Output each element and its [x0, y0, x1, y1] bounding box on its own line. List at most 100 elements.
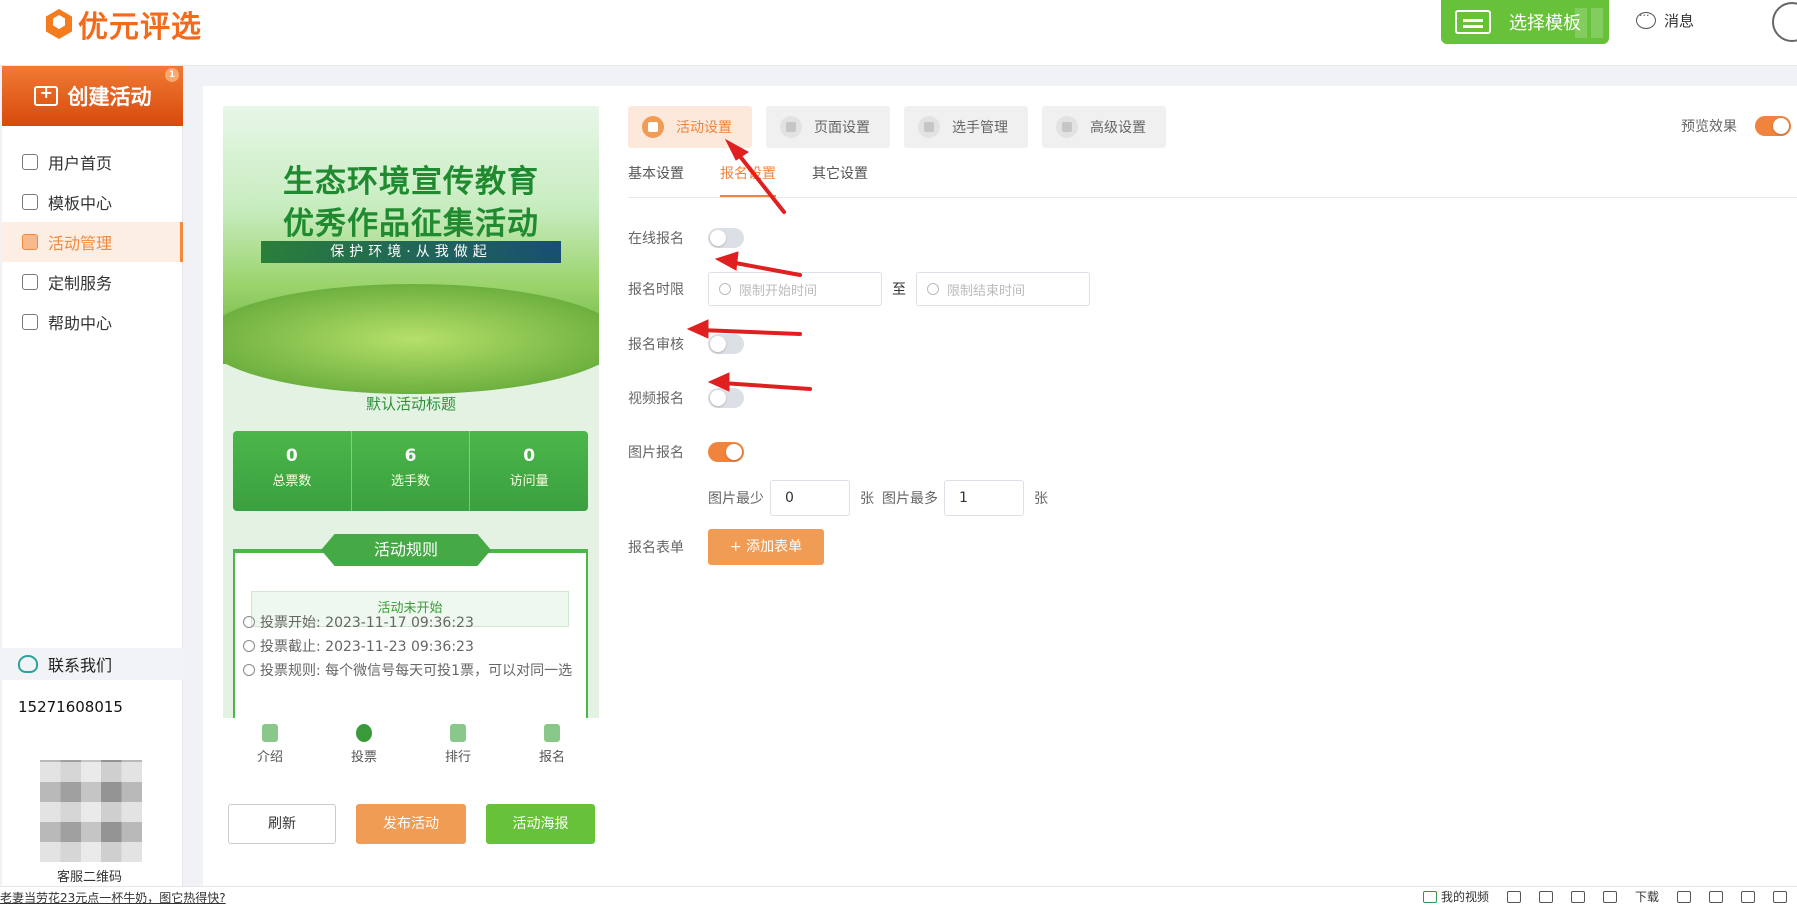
stat-label: 选手数 — [391, 474, 431, 489]
subtab-signup[interactable]: 报名设置 — [720, 152, 776, 197]
rocket-icon[interactable] — [1602, 890, 1617, 903]
activity-settings-icon — [642, 116, 664, 138]
sidebar-item-home[interactable]: 用户首页 — [2, 142, 183, 182]
tab-label: 活动设置 — [676, 120, 732, 136]
activity-poster-button[interactable]: 活动海报 — [486, 804, 595, 844]
sidebar-item-label: 定制服务 — [48, 274, 113, 293]
tab-signup[interactable]: 报名 — [505, 718, 599, 773]
end-time-input[interactable]: 限制结束时间 — [916, 272, 1090, 306]
tab-contestant-management[interactable]: 选手管理 — [904, 106, 1028, 148]
tab-ranking[interactable]: 排行 — [411, 718, 505, 773]
sidebar-item-label: 帮助中心 — [48, 314, 113, 333]
tab-label: 高级设置 — [1090, 120, 1146, 136]
video-signup-switch[interactable] — [708, 388, 744, 408]
img-min-input[interactable]: 0 — [770, 480, 850, 516]
window-icon[interactable] — [1741, 890, 1755, 903]
preview-effect-toggle[interactable]: 预览效果 — [1681, 116, 1791, 136]
clock-icon — [243, 664, 255, 676]
logo-text: 优元评选 — [78, 10, 202, 45]
news-ticker-link[interactable]: 老妻当劳花23元点一杯牛奶，图它热得快? — [0, 889, 226, 905]
preview-effect-label: 预览效果 — [1681, 119, 1737, 135]
select-template-label: 选择模板 — [1509, 13, 1581, 34]
headset-icon[interactable] — [1677, 890, 1691, 903]
tab-advanced-settings[interactable]: 高级设置 — [1042, 106, 1166, 148]
avatar[interactable] — [1772, 2, 1797, 42]
stat-contestants: 6 选手数 — [352, 431, 471, 511]
stat-label: 访问量 — [509, 474, 549, 489]
video-signup-label: 视频报名 — [628, 391, 684, 407]
preview-tab-bar: 介绍 投票 排行 报名 — [223, 718, 599, 773]
tab-label: 报名 — [538, 750, 565, 765]
settings-top-tabs: 活动设置 页面设置 选手管理 高级设置 — [628, 106, 1166, 148]
ticket-icon — [22, 234, 38, 250]
template-icon — [1455, 10, 1491, 34]
clock-icon — [243, 640, 255, 652]
vote-end-value: 2023-11-23 09:36:23 — [325, 639, 474, 655]
browser-icon[interactable] — [1709, 890, 1723, 903]
select-template-button[interactable]: 选择模板 — [1441, 0, 1609, 44]
refresh-button[interactable]: 刷新 — [228, 804, 336, 844]
row-online-signup: 在线报名 — [628, 228, 744, 248]
sidebar: 创建活动 1 用户首页 模板中心 活动管理 定制服务 帮助中心 联系我们 152… — [2, 66, 183, 886]
preview-effect-switch[interactable] — [1755, 116, 1791, 136]
home-icon — [22, 154, 38, 170]
banner-title-line2: 优秀作品征集活动 — [283, 206, 539, 242]
clock-icon — [927, 283, 939, 295]
speaker-icon[interactable] — [1773, 890, 1787, 903]
sidebar-item-custom-service[interactable]: 定制服务 — [2, 262, 183, 302]
tab-vote[interactable]: 投票 — [317, 718, 411, 773]
gear-icon — [1056, 116, 1078, 138]
create-activity-button[interactable]: 创建活动 1 — [2, 66, 183, 126]
my-video-button[interactable]: 我的视频 — [1422, 888, 1489, 905]
logo[interactable]: 优元评选 — [44, 2, 202, 46]
sidebar-item-label: 活动管理 — [48, 234, 113, 253]
subtab-other[interactable]: 其它设置 — [812, 152, 868, 197]
subtab-basic[interactable]: 基本设置 — [628, 152, 684, 197]
start-time-placeholder: 限制开始时间 — [739, 283, 818, 299]
sidebar-item-help[interactable]: 帮助中心 — [2, 302, 183, 342]
activity-banner: 生态环境宣传教育 优秀作品征集活动 保护环境·从我做起 — [223, 106, 599, 394]
tab-label: 页面设置 — [814, 120, 870, 136]
add-form-button[interactable]: + 添加表单 — [708, 529, 824, 565]
publish-activity-button[interactable]: 发布活动 — [356, 804, 466, 844]
start-time-input[interactable]: 限制开始时间 — [708, 272, 882, 306]
tab-page-settings[interactable]: 页面设置 — [766, 106, 890, 148]
sidebar-item-label: 模板中心 — [48, 194, 113, 213]
tab-intro[interactable]: 介绍 — [223, 718, 317, 773]
heart-icon[interactable] — [1570, 890, 1585, 903]
tab-activity-settings[interactable]: 活动设置 — [628, 106, 752, 148]
vote-end-label: 投票截止: — [260, 639, 321, 655]
browser-status-bar: 老妻当劳花23元点一杯牛奶，图它热得快? 我的视频 下载 — [0, 886, 1797, 905]
sidebar-item-activity-management[interactable]: 活动管理 — [2, 222, 183, 262]
tab-label: 介绍 — [256, 750, 283, 765]
folder-icon — [22, 194, 38, 210]
stat-visits: 0 访问量 — [470, 431, 588, 511]
medal-icon — [450, 724, 466, 742]
logo-cube-icon — [44, 5, 74, 43]
banner-title-line1: 生态环境宣传教育 — [283, 164, 539, 200]
image-icon[interactable] — [1538, 890, 1553, 903]
signup-review-switch[interactable] — [708, 334, 744, 354]
img-max-input[interactable]: 1 — [944, 480, 1024, 516]
status-bar-tools: 我的视频 下载 — [1422, 888, 1787, 905]
clock-icon — [243, 616, 255, 628]
image-signup-switch[interactable] — [708, 442, 744, 462]
download-button[interactable]: 下载 — [1635, 888, 1659, 905]
intro-icon — [262, 724, 278, 742]
users-icon — [918, 116, 940, 138]
online-signup-switch[interactable] — [708, 228, 744, 248]
row-video-signup: 视频报名 — [628, 388, 744, 408]
sidebar-item-templates[interactable]: 模板中心 — [2, 182, 183, 222]
img-min-label: 图片最少 — [708, 491, 764, 507]
vote-icon — [356, 724, 372, 742]
unit-label: 张 — [1034, 491, 1048, 507]
contact-us-label: 联系我们 — [48, 656, 113, 675]
top-bar: 优元评选 选择模板 消息 — [0, 0, 1797, 66]
chat-bubble-icon — [1636, 9, 1656, 29]
stat-total-votes: 0 总票数 — [233, 431, 352, 511]
messages-link[interactable]: 消息 — [1636, 9, 1694, 31]
shield-icon[interactable] — [1506, 890, 1521, 903]
contact-us[interactable]: 联系我们 — [2, 648, 183, 680]
tab-label: 排行 — [444, 750, 471, 765]
contact-phone: 15271608015 — [18, 698, 123, 716]
